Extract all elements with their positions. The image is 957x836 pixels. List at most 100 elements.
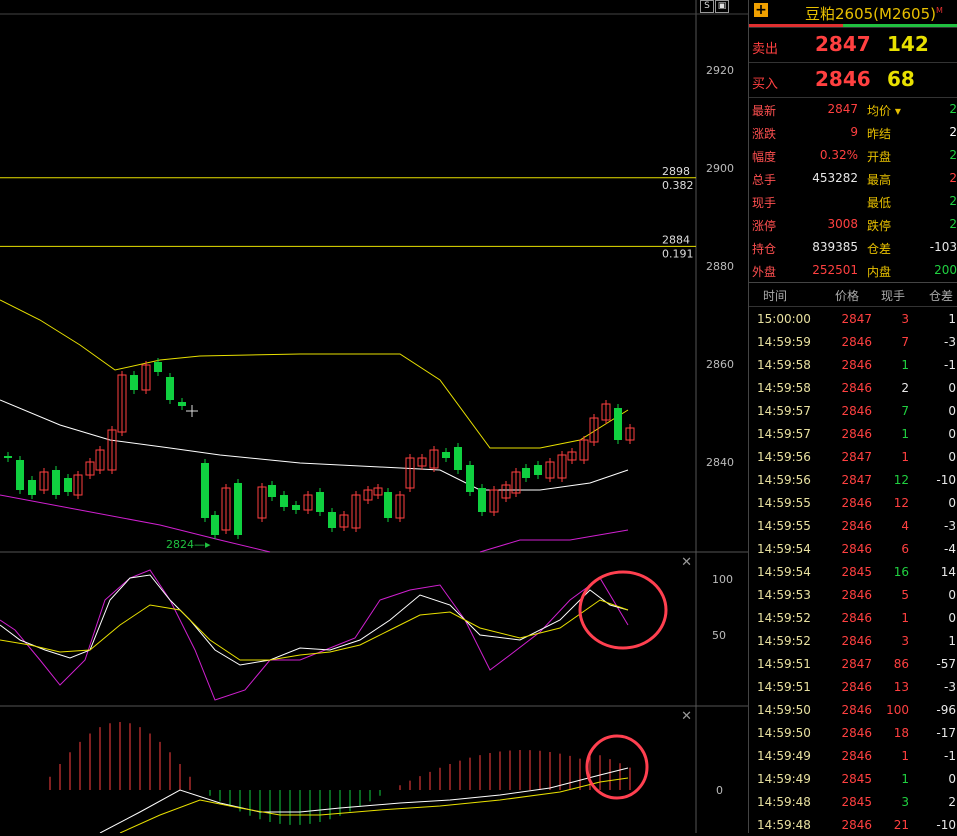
fib-ratio-label: 0.382 (662, 179, 694, 192)
tick-volume: 12 (893, 473, 909, 487)
tick-price: 2847 (841, 473, 872, 487)
close-macd-icon[interactable]: ✕ (681, 709, 692, 724)
tick-volume: 4 (901, 519, 909, 533)
quote-value: 252501 (812, 263, 858, 277)
tick-volume: 1 (901, 749, 909, 763)
tick-volume: 12 (893, 496, 909, 510)
quote-label: 内盘 (867, 265, 892, 279)
tick-time: 14:59:49 (757, 749, 811, 763)
tick-time: 14:59:58 (757, 358, 811, 372)
kdj-d-line (0, 599, 629, 661)
tick-row: 14:59:53 2846 5 0 (749, 583, 957, 606)
tick-price: 2846 (841, 358, 872, 372)
tick-time: 14:59:48 (757, 818, 811, 832)
candle-body (211, 515, 219, 535)
tick-price: 2846 (841, 680, 872, 694)
quote-value: 2 (949, 217, 957, 231)
kdj-axis-label: 100 (712, 573, 733, 586)
quote-label: 仓差 (867, 242, 892, 256)
contract-title[interactable]: 豆粕2605(M2605)M (805, 3, 943, 24)
candle-body (478, 488, 486, 512)
tick-oi-change: -4 (944, 542, 956, 556)
tick-oi-change: -1 (944, 749, 956, 763)
tick-row: 14:59:52 2846 3 1 (749, 629, 957, 652)
tick-time: 14:59:52 (757, 634, 811, 648)
tick-oi-change: -3 (944, 519, 956, 533)
sell-price: 2847 (815, 32, 871, 56)
tick-price: 2846 (841, 818, 872, 832)
price-axis-label: 2840 (706, 456, 734, 469)
quote-label: 涨跌 (752, 127, 777, 141)
tick-oi-change: 0 (948, 611, 956, 625)
s-button[interactable]: S (700, 0, 714, 13)
tick-time: 14:59:57 (757, 404, 811, 418)
tick-oi-change: -10 (936, 818, 956, 832)
tick-volume: 1 (901, 611, 909, 625)
candle-body (466, 465, 474, 492)
candle-body (154, 362, 162, 372)
highlight-circle (578, 570, 668, 650)
tick-price: 2846 (841, 404, 872, 418)
tick-row: 14:59:58 2846 1 -1 (749, 353, 957, 376)
tick-volume: 13 (893, 680, 909, 694)
close-kdj-icon[interactable]: ✕ (681, 555, 692, 570)
quote-label[interactable]: 均价 ▾ (867, 102, 901, 119)
tick-oi-change: 0 (948, 450, 956, 464)
quote-value: 9 (850, 125, 858, 139)
tick-price: 2846 (841, 588, 872, 602)
candle-body (534, 465, 542, 475)
lock-icon[interactable]: ▣ (715, 0, 729, 13)
quote-value: 200 (934, 263, 957, 277)
tick-volume: 3 (901, 795, 909, 809)
sell-row: 卖出 2847 142 (749, 28, 957, 63)
tick-oi-change: 0 (948, 404, 956, 418)
tick-oi-change: 1 (948, 634, 956, 648)
quote-value: 2 (949, 171, 957, 185)
tick-row: 14:59:48 2845 3 2 (749, 790, 957, 813)
tick-price: 2846 (841, 726, 872, 740)
macd-dif-line (99, 767, 629, 833)
tick-price: 2846 (841, 703, 872, 717)
tick-time: 14:59:55 (757, 519, 811, 533)
quote-value: 3008 (827, 217, 858, 231)
tick-price: 2847 (841, 657, 872, 671)
tick-volume: 16 (893, 565, 909, 579)
tick-volume: 6 (901, 542, 909, 556)
tick-row: 14:59:51 2846 13 -3 (749, 675, 957, 698)
quote-value: 2 (949, 102, 957, 116)
candle-body (454, 447, 462, 470)
kdj-axis-label: 50 (712, 629, 726, 642)
buy-row: 买入 2846 68 (749, 63, 957, 98)
tick-time: 14:59:50 (757, 726, 811, 740)
candle-body (201, 463, 209, 518)
tick-row: 14:59:52 2846 1 0 (749, 606, 957, 629)
quote-label: 昨结 (867, 127, 892, 141)
candle-body (130, 375, 138, 390)
chart-area[interactable]: 2920 2900 2880 2860 2840 2898 0.382 2884 0.191 28… (0, 0, 748, 833)
boll-lower-line (479, 529, 629, 553)
tick-row: 14:59:51 2847 86 -57 (749, 652, 957, 675)
price-axis-label: 2860 (706, 358, 734, 371)
quote-value: 2 (949, 125, 957, 139)
tick-volume: 2 (901, 381, 909, 395)
candle-body (52, 470, 60, 495)
tick-row: 14:59:58 2846 2 0 (749, 376, 957, 399)
tick-price: 2845 (841, 565, 872, 579)
candle-body (384, 492, 392, 518)
tick-oi-change: 2 (948, 795, 956, 809)
tick-price: 2845 (841, 772, 872, 786)
tick-oi-change: -57 (936, 657, 956, 671)
tick-price: 2847 (841, 450, 872, 464)
buy-volume: 68 (887, 67, 915, 91)
ticks-header: 时间 价格 现手 仓差 (749, 282, 957, 307)
add-icon[interactable]: + (754, 3, 768, 17)
contract-header: + 豆粕2605(M2605)M (749, 0, 957, 28)
tick-row: 14:59:57 2846 7 0 (749, 399, 957, 422)
tick-price: 2846 (841, 542, 872, 556)
tick-time: 14:59:52 (757, 611, 811, 625)
candle-body (292, 505, 300, 510)
tick-time: 14:59:56 (757, 450, 811, 464)
tick-list[interactable]: 15:00:00 2847 3 1 14:59:59 2846 7 -3 14:59… (749, 307, 957, 836)
candlestick-chart[interactable]: 2920 2900 2880 2860 2840 28980.382 28840.191 28… (0, 0, 748, 833)
fib-ratio-label: 0.191 (662, 247, 694, 260)
